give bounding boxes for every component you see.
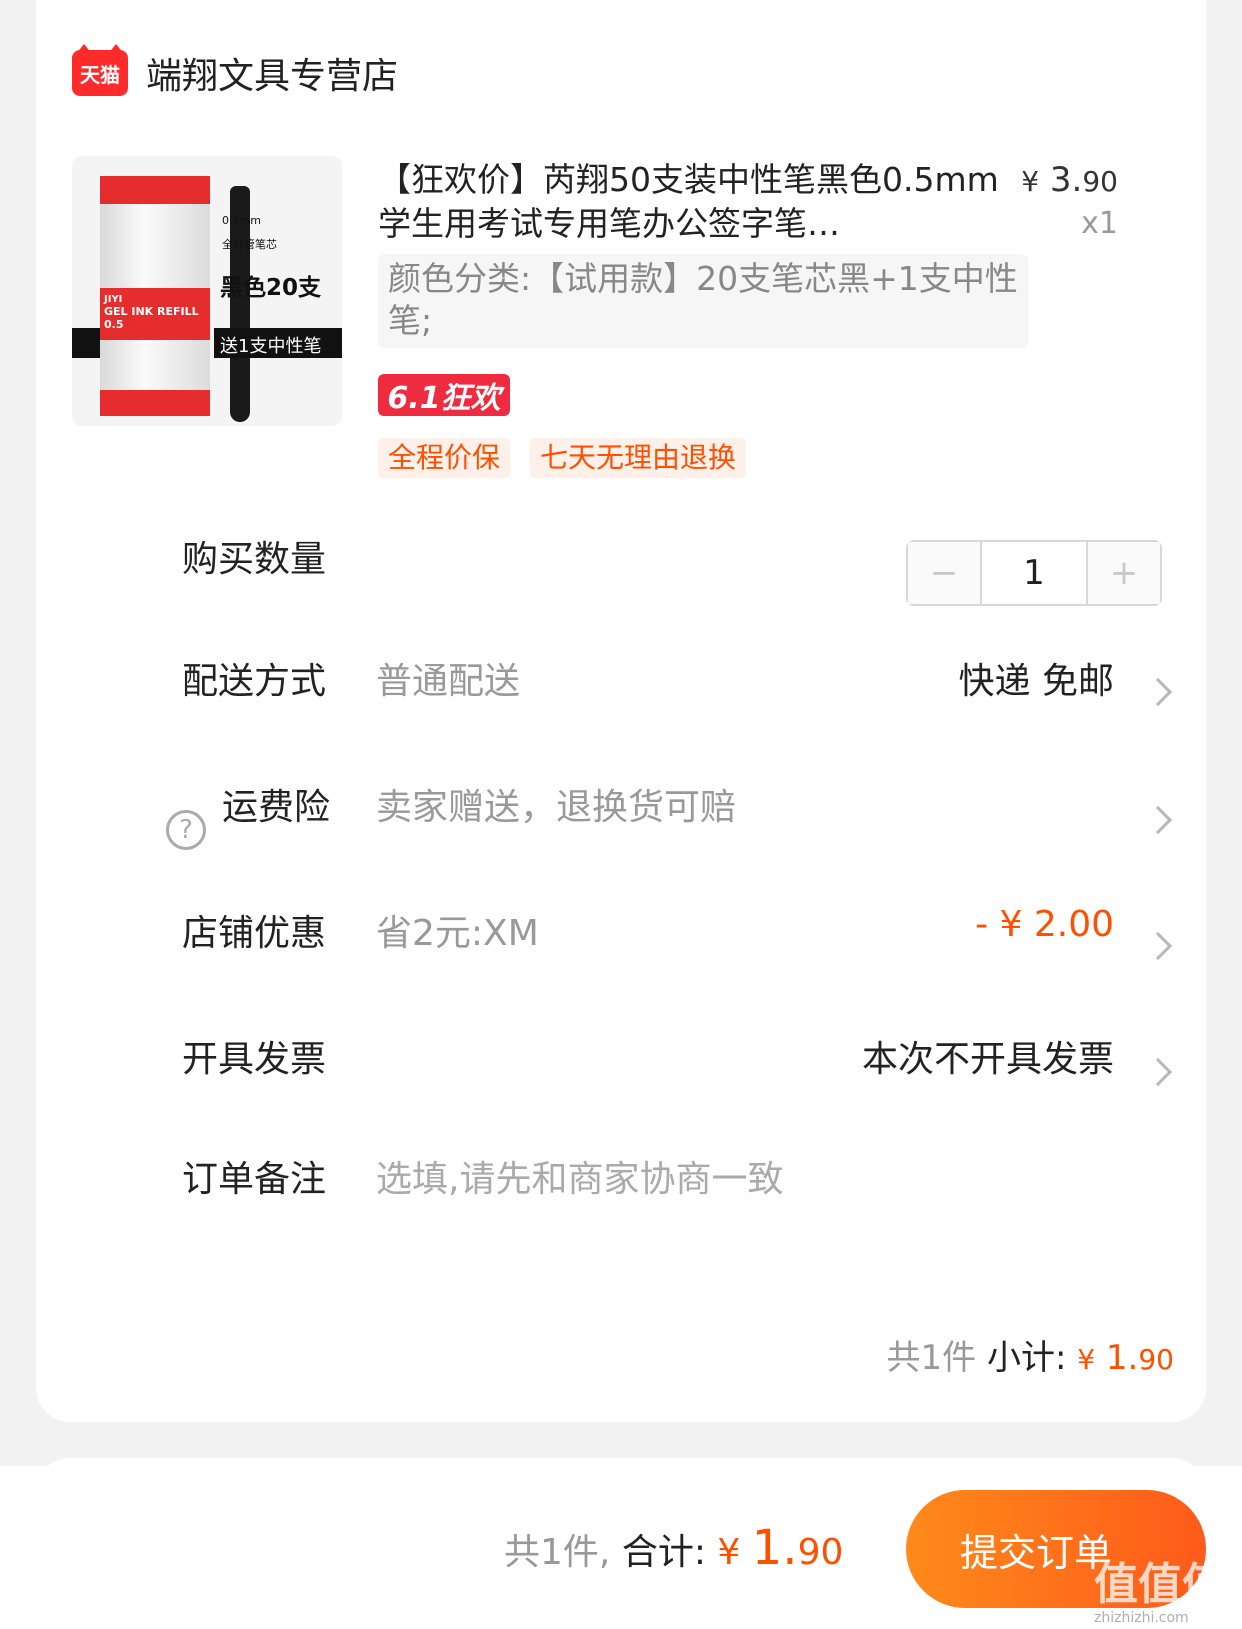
subtotal-label: 小计:: [986, 1338, 1067, 1378]
subtotal-int: 1.: [1105, 1338, 1139, 1378]
total-count: 共1件,: [504, 1532, 611, 1573]
watermark: 值值值: [1094, 1559, 1226, 1610]
tag-price-protect[interactable]: 全程价保: [378, 438, 511, 478]
product-image[interactable]: JIYI GEL INK REFILL 0.5 0.5mm 全针管笔芯 黑色20…: [72, 156, 342, 426]
price-yen: ¥: [1021, 165, 1040, 198]
product-quantity: x1: [1081, 206, 1118, 241]
product-title[interactable]: 【狂欢价】芮翔50支装中性笔黑色0.5mm学生用考试专用笔办公签字笔…: [378, 158, 1018, 246]
shop-name[interactable]: 端翔文具专营店: [146, 47, 398, 99]
total-int: 1.: [751, 1520, 798, 1576]
thumb-count-text: 黑色20支: [220, 275, 322, 301]
insurance-label: 运费险: [222, 787, 331, 828]
pack-brand: JIYI: [104, 294, 123, 305]
insurance-value[interactable]: 卖家赠送，退换货可赔: [376, 778, 736, 830]
delivery-value[interactable]: 普通配送: [376, 652, 520, 704]
note-label: 订单备注: [182, 1159, 327, 1200]
thumb-type-text: 全针管笔芯: [222, 238, 277, 251]
delivery-option[interactable]: 快递 免邮: [959, 652, 1114, 704]
quantity-stepper: − 1 +: [906, 540, 1162, 606]
decrement-button[interactable]: −: [908, 542, 980, 604]
quantity-input[interactable]: 1: [980, 542, 1088, 604]
total-label: 合计:: [621, 1532, 706, 1573]
product-price: ¥ 3.90: [1021, 160, 1118, 200]
tag-7day-return[interactable]: 七天无理由退换: [530, 438, 747, 478]
subtotal-dec: 90: [1138, 1343, 1174, 1376]
promo-badge: 6.1狂欢: [378, 374, 510, 416]
thumb-size-text: 0.5mm: [222, 214, 261, 227]
tmall-logo-icon: 天猫: [72, 44, 128, 96]
subtotal: 共1件 小计: ¥ 1.90: [887, 1330, 1174, 1379]
thumb-band-left: [72, 328, 100, 358]
discount-label: 店铺优惠: [182, 913, 327, 954]
delivery-label: 配送方式: [182, 661, 327, 702]
watermark-url: zhizhizhi.com: [1094, 1610, 1189, 1626]
shop-header[interactable]: 天猫 端翔文具专营店: [72, 44, 398, 99]
order-total: 共1件, 合计: ¥ 1.90: [504, 1520, 843, 1576]
discount-value[interactable]: 省2元:XM: [376, 904, 539, 956]
subtotal-count: 共1件: [886, 1338, 977, 1378]
total-yen: ¥: [717, 1532, 741, 1573]
discount-amount[interactable]: - ¥ 2.00: [975, 904, 1114, 945]
refill-pack-illustration: JIYI GEL INK REFILL 0.5: [100, 176, 210, 416]
note-input[interactable]: 选填,请先和商家协商一致: [376, 1150, 783, 1202]
pack-label: JIYI GEL INK REFILL 0.5: [100, 288, 210, 340]
help-icon[interactable]: ?: [166, 810, 206, 850]
pack-refill-text: GEL INK REFILL 0.5: [104, 305, 199, 331]
product-spec[interactable]: 颜色分类:【试用款】20支笔芯黑+1支中性笔;: [378, 254, 1028, 348]
increment-button[interactable]: +: [1088, 542, 1160, 604]
price-int: 3.: [1049, 160, 1083, 200]
total-dec: 90: [797, 1532, 844, 1573]
price-dec: 90: [1082, 165, 1118, 198]
subtotal-yen: ¥: [1077, 1343, 1096, 1376]
invoice-label: 开具发票: [182, 1039, 327, 1080]
quantity-label: 购买数量: [182, 539, 327, 580]
thumb-band-text: 送1支中性笔: [214, 328, 342, 358]
invoice-option[interactable]: 本次不开具发票: [862, 1030, 1114, 1082]
